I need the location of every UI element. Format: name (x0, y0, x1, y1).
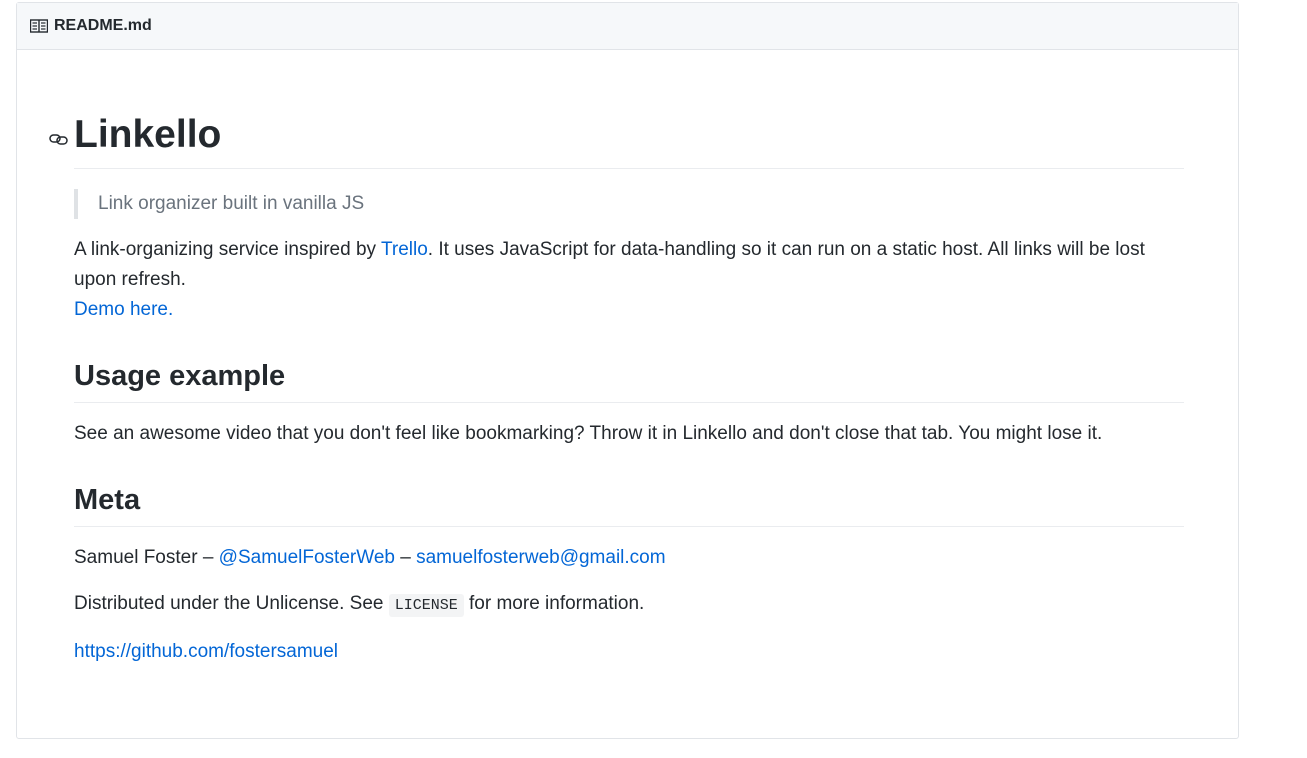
tagline-text: Link organizer built in vanilla JS (98, 193, 365, 214)
license-paragraph: Distributed under the Unlicense. See LIC… (74, 589, 1184, 621)
author-name: Samuel Foster – (74, 547, 219, 568)
meta-heading-block: Meta (74, 482, 1184, 527)
author-separator: – (394, 547, 417, 568)
license-text-start: Distributed under the Unlicense. See (74, 593, 389, 614)
title-block: Linkello (49, 112, 1184, 169)
github-link[interactable]: https://github.com/fostersamuel (74, 641, 338, 662)
page-title: Linkello (74, 113, 222, 156)
github-paragraph: https://github.com/fostersamuel (74, 637, 1184, 667)
usage-heading: Usage example (74, 360, 286, 392)
meta-heading: Meta (74, 484, 141, 516)
trello-link[interactable]: Trello (381, 239, 428, 260)
usage-heading-block: Usage example (74, 358, 1184, 403)
author-email-link[interactable]: samuelfosterweb@gmail.com (416, 547, 666, 568)
readme-article: Linkello Link organizer built in vanilla… (49, 50, 1184, 667)
link-anchor-icon[interactable] (49, 126, 69, 145)
intro-text-start: A link-organizing service inspired by (74, 239, 381, 260)
license-code: LICENSE (388, 594, 464, 617)
readme-header: README.md (17, 3, 1238, 50)
demo-link[interactable]: Demo here. (74, 299, 173, 320)
tagline-quote: Link organizer built in vanilla JS (74, 189, 1184, 219)
book-icon (30, 19, 48, 33)
intro-paragraph: A link-organizing service inspired by Tr… (74, 235, 1184, 325)
readme-filename: README.md (54, 17, 152, 34)
license-text-end: for more information. (463, 593, 645, 614)
usage-paragraph: See an awesome video that you don't feel… (74, 423, 1103, 444)
author-handle-link[interactable]: @SamuelFosterWeb (219, 547, 395, 568)
readme-container: README.md Linkello Link organizer built … (16, 2, 1239, 739)
author-paragraph: Samuel Foster – @SamuelFosterWeb – samue… (74, 543, 1184, 573)
